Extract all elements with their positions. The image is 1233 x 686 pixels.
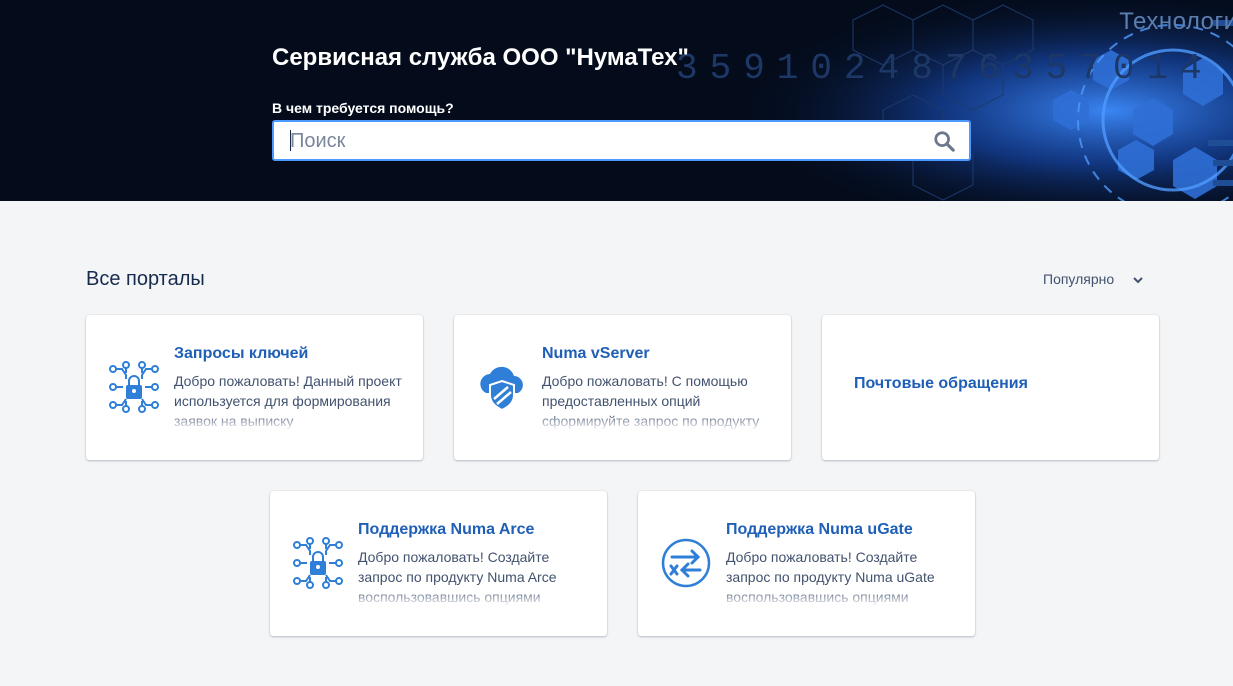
section-title: Все порталы [86,268,205,290]
page-title: Сервисная служба ООО "НумаТех" [272,44,689,71]
portal-title[interactable]: Поддержка Numa uGate [726,521,913,539]
portal-card[interactable]: Почтовые обращения [822,315,1159,460]
search-input[interactable] [288,122,922,161]
portal-card[interactable]: Numa vServer Добро пожаловать! С помощью… [454,315,791,460]
portal-title[interactable]: Запросы ключей [174,345,308,363]
text-fade [726,589,954,605]
sort-dropdown[interactable]: Популярно [1043,271,1114,287]
search-box[interactable] [272,120,971,161]
header-banner: Технологии б 3591024876357014 Сервисная … [0,0,1233,201]
text-fade [542,413,770,429]
decor-digits: 3591024876357014 [676,48,1214,89]
portal-title[interactable]: Поддержка Numa Arce [358,521,534,539]
portal-card[interactable]: Поддержка Numa uGate Добро пожаловать! С… [638,491,975,636]
circuit-lock-icon [293,537,343,589]
portal-title[interactable]: Numa vServer [542,345,650,363]
portal-card[interactable]: Поддержка Numa Arce Добро пожаловать! Со… [270,491,607,636]
text-fade [174,413,402,429]
portal-card[interactable]: Запросы ключей Добро пожаловать! Данный … [86,315,423,460]
search-label: В чем требуется помощь? [272,100,454,116]
circuit-lock-icon [109,361,159,413]
decor-text: Технологии б [1119,8,1233,35]
text-caret [290,130,291,151]
cloud-shield-icon [480,366,523,412]
portal-title[interactable]: Почтовые обращения [854,375,1028,393]
text-fade [358,589,586,605]
search-icon[interactable] [933,130,955,152]
exchange-arrows-icon [661,538,711,588]
chevron-down-icon[interactable] [1132,274,1144,286]
